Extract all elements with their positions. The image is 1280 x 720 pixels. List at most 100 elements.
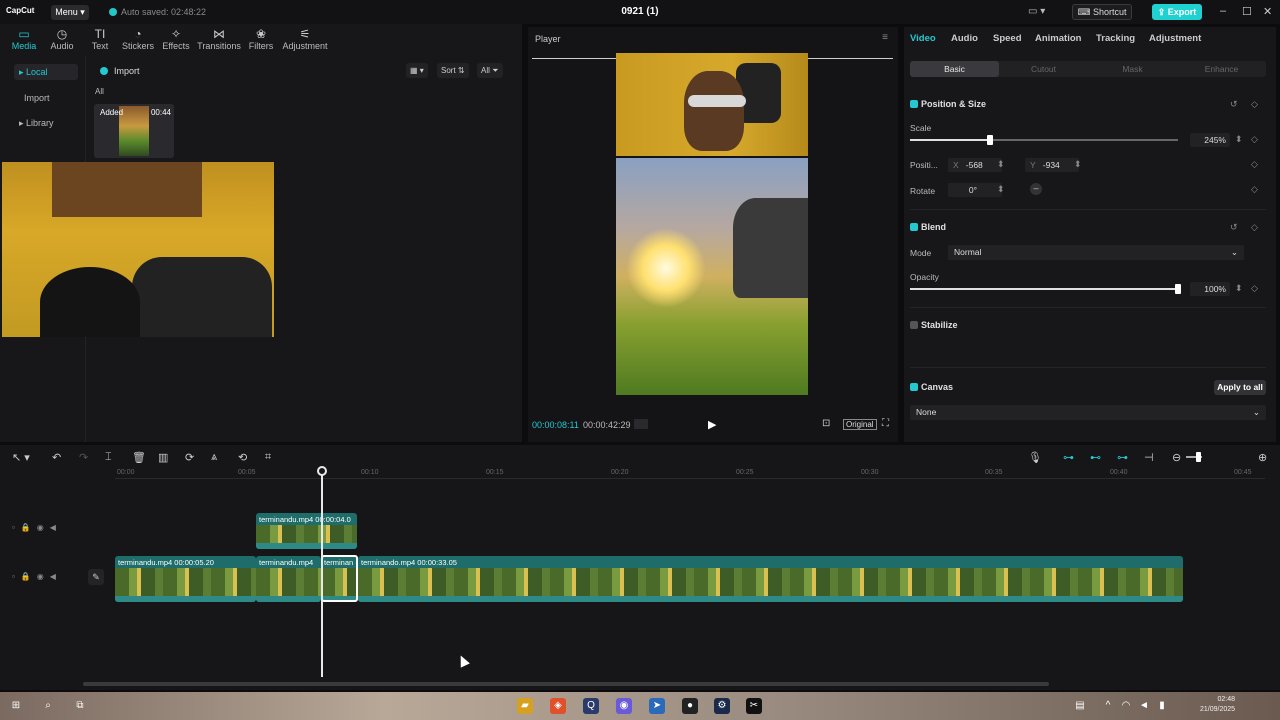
obs-icon[interactable]: ● xyxy=(682,698,698,714)
subtab-basic[interactable]: Basic xyxy=(910,61,999,77)
all-filter-button[interactable]: All ⏷ xyxy=(477,63,503,78)
mirror-icon[interactable]: ⩓ xyxy=(211,451,217,464)
keyframe-icon[interactable]: ◇ xyxy=(1251,134,1258,145)
start-icon[interactable]: ⊞ xyxy=(8,698,24,714)
file-explorer-icon[interactable]: ▰ xyxy=(517,698,533,714)
sidebar-item-import[interactable]: Import xyxy=(14,90,78,106)
reverse-icon[interactable]: ⟳ xyxy=(185,451,194,464)
minimize-icon[interactable]: – xyxy=(1220,5,1226,17)
main-track-controls[interactable]: ▫🔒◉◀ xyxy=(12,572,62,581)
keyframe-icon[interactable]: ◇ xyxy=(1251,99,1258,110)
undo-icon[interactable]: ↶ xyxy=(52,451,61,464)
video-preview[interactable] xyxy=(616,53,808,395)
maximize-icon[interactable]: ☐ xyxy=(1242,5,1252,18)
split-screen-icon[interactable]: ⊣ xyxy=(1144,451,1154,464)
opacity-value-field[interactable]: 100% xyxy=(1190,282,1230,296)
blend-section[interactable]: Blend xyxy=(910,222,946,232)
fullscreen-icon[interactable]: ⛶ xyxy=(882,418,889,429)
stabilize-section[interactable]: Stabilize xyxy=(910,320,958,330)
tab-effects[interactable]: ✧ Effects xyxy=(153,27,199,51)
keyframe-icon[interactable]: ◇ xyxy=(1251,184,1258,195)
preview-axis-icon[interactable]: ⊶ xyxy=(1117,451,1128,464)
clipboard-icon[interactable]: ▤ xyxy=(1072,698,1088,714)
tray-chevron-icon[interactable]: ^ xyxy=(1100,698,1116,714)
shortcut-button[interactable]: ⌨ Shortcut xyxy=(1072,4,1132,20)
steam-icon[interactable]: ⚙ xyxy=(714,698,730,714)
layout-icon[interactable]: ▭ ▾ xyxy=(1028,6,1045,17)
playhead[interactable] xyxy=(321,467,323,677)
rotate-dial-icon[interactable]: – xyxy=(1030,183,1042,195)
system-clock[interactable]: 02:48 21/09/2025 xyxy=(1200,695,1235,715)
timeline-clip[interactable]: terminandu.mp4 xyxy=(256,556,321,602)
crop-icon[interactable]: ⌗ xyxy=(265,451,271,464)
discord-icon[interactable]: ◉ xyxy=(616,698,632,714)
player-menu-icon[interactable]: ≡ xyxy=(882,32,888,43)
import-button[interactable]: Import xyxy=(100,66,140,76)
scale-slider-knob[interactable] xyxy=(987,135,994,145)
split-icon[interactable]: ⌶ xyxy=(105,451,112,464)
edit-cover-icon[interactable]: ✎ xyxy=(88,569,104,585)
brave-icon[interactable]: ◈ xyxy=(550,698,566,714)
sidebar-item-local[interactable]: ▸ Local xyxy=(14,64,78,80)
original-ratio-button[interactable]: Original xyxy=(843,419,877,430)
zoom-slider-knob[interactable] xyxy=(1196,452,1201,462)
keyframe-icon[interactable]: ◇ xyxy=(1251,283,1258,294)
view-toggle-icon[interactable]: ▦ ▾ xyxy=(406,63,428,78)
rotate-icon[interactable]: ⟲ xyxy=(238,451,247,464)
stabilize-checkbox[interactable] xyxy=(910,321,918,329)
close-icon[interactable]: ✕ xyxy=(1263,5,1272,18)
search-icon[interactable]: ⌕ xyxy=(40,698,56,714)
speaker-icon[interactable]: ◄ xyxy=(1136,698,1152,714)
wifi-icon[interactable]: ◠ xyxy=(1118,698,1134,714)
stepper-icon[interactable]: ⬍ xyxy=(997,159,1005,170)
menu-button[interactable]: Menu ▾ xyxy=(51,5,89,20)
select-tool-icon[interactable]: ↖ ▾ xyxy=(12,451,30,464)
capcut-icon[interactable]: ✂ xyxy=(746,698,762,714)
stepper-icon[interactable]: ⬍ xyxy=(997,184,1005,195)
timeline-clip[interactable]: terminandu.mp4 00:00:05.20 xyxy=(115,556,256,602)
fit-screen-icon[interactable]: ⊡ xyxy=(822,418,830,429)
tab-filters[interactable]: ❀ Filters xyxy=(238,27,284,51)
rotate-field[interactable]: 0° xyxy=(948,183,1002,197)
timeline-clip[interactable]: terminando.mp4 00:00:33.05 xyxy=(358,556,1183,602)
tab-adjustment-props[interactable]: Adjustment xyxy=(1149,33,1201,44)
stepper-icon[interactable]: ⬍ xyxy=(1235,134,1243,145)
canvas-checkbox[interactable] xyxy=(910,383,918,391)
delete-icon[interactable]: 🗑 xyxy=(132,451,146,464)
tab-tracking[interactable]: Tracking xyxy=(1096,33,1135,44)
position-size-checkbox[interactable] xyxy=(910,100,918,108)
position-y-field[interactable]: Y -934 xyxy=(1025,158,1079,172)
stepper-icon[interactable]: ⬍ xyxy=(1235,283,1243,294)
blend-checkbox[interactable] xyxy=(910,223,918,231)
freeze-icon[interactable]: ▥ xyxy=(158,451,168,464)
battery-icon[interactable]: ▮ xyxy=(1154,698,1170,714)
reset-icon[interactable]: ↺ xyxy=(1230,222,1238,233)
microphone-icon[interactable]: 🎙 xyxy=(1028,451,1042,464)
keyframe-icon[interactable]: ◇ xyxy=(1251,159,1258,170)
tab-animation[interactable]: Animation xyxy=(1035,33,1081,44)
media-item[interactable]: Added 00:44 xyxy=(94,104,174,158)
tab-transitions[interactable]: ⋈ Transitions xyxy=(196,27,242,51)
timecode-toggle-icon[interactable] xyxy=(634,419,648,429)
subtab-mask[interactable]: Mask xyxy=(1088,61,1177,77)
reset-icon[interactable]: ↺ xyxy=(1230,99,1238,110)
task-view-icon[interactable]: ⧉ xyxy=(72,698,88,714)
playhead-handle[interactable] xyxy=(317,466,327,476)
position-size-section[interactable]: Position & Size xyxy=(910,99,986,109)
tab-video[interactable]: Video xyxy=(910,33,936,44)
opacity-slider-knob[interactable] xyxy=(1175,284,1181,294)
zoom-fit-icon[interactable]: ⊕ xyxy=(1258,451,1267,464)
redo-icon[interactable]: ↷ xyxy=(79,451,88,464)
canvas-select[interactable]: None ⌄ xyxy=(910,405,1266,420)
keyframe-icon[interactable]: ◇ xyxy=(1251,222,1258,233)
timeline-clip[interactable]: terminandu.mp4 00:00:04.0 xyxy=(256,513,357,549)
app-arrow-icon[interactable]: ➤ xyxy=(649,698,665,714)
sort-button[interactable]: Sort ⇅ xyxy=(437,63,469,78)
tab-adjustment[interactable]: ⚟ Adjustment xyxy=(282,27,328,51)
blend-mode-select[interactable]: Normal ⌄ xyxy=(948,245,1244,260)
tab-speed[interactable]: Speed xyxy=(993,33,1022,44)
magnet-icon[interactable]: ⊶ xyxy=(1063,451,1074,464)
timeline-scrollbar[interactable] xyxy=(83,682,1049,686)
overlay-track-controls[interactable]: ▫🔒◉◀ xyxy=(12,523,62,532)
canvas-section[interactable]: Canvas xyxy=(910,382,953,392)
